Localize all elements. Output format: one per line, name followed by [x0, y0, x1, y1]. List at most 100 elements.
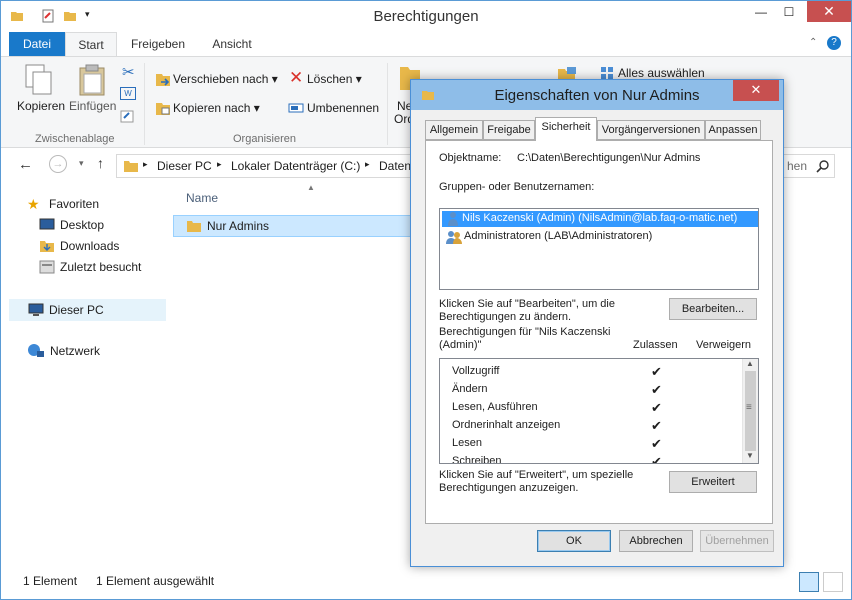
- permission-row: Lesen ✔: [440, 435, 740, 453]
- group-users-icon: [446, 231, 462, 244]
- ribbon-separator: [387, 63, 388, 145]
- permission-row: Vollzugriff ✔: [440, 363, 740, 381]
- tab-ansicht[interactable]: Ansicht: [201, 32, 263, 56]
- move-to-button[interactable]: Verschieben nach ▾: [173, 72, 278, 86]
- rename-icon: [288, 103, 304, 113]
- allow-check-icon: ✔: [651, 418, 662, 433]
- list-item[interactable]: Nils Kaczenski (Admin) (NilsAdmin@lab.fa…: [442, 211, 758, 227]
- permission-row: Schreiben ✔: [440, 453, 740, 464]
- group-list[interactable]: Nils Kaczenski (Admin) (NilsAdmin@lab.fa…: [439, 208, 759, 290]
- scroll-up-icon[interactable]: ▲: [746, 359, 754, 368]
- list-item[interactable]: Administratoren (LAB\Administratoren): [442, 229, 758, 245]
- scrollbar-thumb[interactable]: ≡: [745, 371, 756, 451]
- breadcrumb-dieser-pc[interactable]: Dieser PC: [157, 159, 212, 173]
- search-icon[interactable]: [816, 159, 830, 173]
- back-icon[interactable]: ←: [18, 156, 33, 173]
- permission-name: Ordnerinhalt anzeigen: [452, 419, 561, 431]
- paste-button[interactable]: Einfügen: [69, 99, 116, 113]
- groups-label: Gruppen- oder Benutzernamen:: [439, 181, 595, 193]
- permission-name: Schreiben: [452, 455, 502, 464]
- recent-locations-icon[interactable]: ▾: [79, 158, 84, 169]
- nav-item-this-pc[interactable]: Dieser PC: [9, 299, 166, 321]
- breadcrumb-separator[interactable]: ▸: [217, 159, 222, 170]
- window-title: Berechtigungen: [373, 8, 479, 25]
- copy-button[interactable]: Kopieren: [17, 99, 65, 113]
- navigation-pane: ★ Favoriten Desktop Downloads Zuletzt be…: [27, 196, 142, 274]
- dialog-title-bar: Eigenschaften von Nur Admins ✕: [411, 80, 783, 110]
- group-organize-label: Organisieren: [233, 133, 296, 145]
- allow-check-icon: ✔: [651, 400, 662, 415]
- status-bar: 1 Element 1 Element ausgewählt: [1, 569, 851, 599]
- downloads-icon: [40, 241, 54, 252]
- paste-shortcut-icon[interactable]: [120, 109, 136, 123]
- allow-check-icon: ✔: [651, 454, 662, 464]
- edit-hint: Klicken Sie auf "Bearbeiten", um die: [439, 298, 615, 310]
- close-icon[interactable]: ✕: [807, 1, 851, 22]
- user-icon: [448, 212, 458, 226]
- tab-anpassen[interactable]: Anpassen: [705, 120, 761, 140]
- column-allow: Zulassen: [633, 339, 678, 351]
- allow-check-icon: ✔: [651, 364, 662, 379]
- rename-button[interactable]: Umbenennen: [307, 101, 379, 115]
- permission-name: Vollzugriff: [452, 365, 500, 377]
- select-all-icon: [601, 67, 613, 79]
- breadcrumb-separator[interactable]: ▸: [143, 159, 148, 170]
- cancel-button[interactable]: Abbrechen: [619, 530, 693, 552]
- edit-button[interactable]: Bearbeiten...: [669, 298, 757, 320]
- help-icon[interactable]: ?: [827, 36, 841, 50]
- tab-sicherheit[interactable]: Sicherheit: [535, 117, 597, 141]
- allow-check-icon: ✔: [651, 436, 662, 451]
- permission-row: Ändern ✔: [440, 381, 740, 399]
- tab-vorgaengerversionen[interactable]: Vorgängerversionen: [597, 120, 705, 140]
- delete-button[interactable]: Löschen ▾: [307, 72, 362, 86]
- object-name-value: C:\Daten\Berechtigungen\Nur Admins: [517, 152, 701, 164]
- move-to-icon: [156, 74, 170, 86]
- list-item[interactable]: Nur Admins: [173, 215, 423, 237]
- permission-name: Lesen, Ausführen: [452, 401, 538, 413]
- close-icon[interactable]: ✕: [733, 80, 779, 101]
- scroll-down-icon[interactable]: ▼: [746, 451, 754, 460]
- star-icon: ★: [27, 196, 40, 212]
- maximize-icon[interactable]: ☐: [777, 2, 801, 22]
- ribbon-separator: [144, 63, 145, 145]
- breadcrumb-separator[interactable]: ▸: [365, 159, 370, 170]
- tab-freigabe[interactable]: Freigabe: [483, 120, 535, 140]
- computer-icon: [28, 303, 44, 316]
- file-name: Nur Admins: [207, 219, 270, 233]
- folder-icon: [124, 161, 138, 172]
- minimize-icon[interactable]: —: [749, 2, 773, 22]
- copy-path-icon[interactable]: W: [120, 87, 136, 100]
- up-icon[interactable]: ↑: [97, 155, 104, 171]
- column-name[interactable]: Name: [186, 191, 218, 205]
- status-item-count: 1 Element: [23, 574, 78, 588]
- cut-icon[interactable]: ✂: [122, 63, 135, 81]
- permission-row: Lesen, Ausführen ✔: [440, 399, 740, 417]
- advanced-button[interactable]: Erweitert: [669, 471, 757, 493]
- forward-icon[interactable]: →: [49, 155, 67, 173]
- address-bar[interactable]: ▸ Dieser PC ▸ Lokaler Datenträger (C:) ▸…: [116, 154, 416, 178]
- breadcrumb-drive[interactable]: Lokaler Datenträger (C:): [231, 159, 360, 173]
- tab-start[interactable]: Start: [65, 32, 117, 57]
- desktop-icon: [39, 218, 55, 230]
- tab-datei[interactable]: Datei: [9, 32, 65, 56]
- copy-to-button[interactable]: Kopieren nach ▾: [173, 101, 260, 115]
- delete-icon: ✕: [289, 68, 304, 87]
- tab-freigeben[interactable]: Freigeben: [123, 32, 193, 56]
- scrollbar[interactable]: ▲ ≡ ▼: [742, 359, 758, 463]
- tab-allgemein[interactable]: Allgemein: [425, 120, 483, 140]
- dialog-title: Eigenschaften von Nur Admins: [494, 87, 700, 104]
- folder-icon: [187, 221, 201, 232]
- large-icons-view-icon[interactable]: [823, 572, 843, 592]
- permission-list[interactable]: Vollzugriff ✔ Ändern ✔ Lesen, Ausführen ✔ Ordn…: [439, 358, 759, 464]
- group-clipboard-label: Zwischenablage: [35, 133, 115, 145]
- details-view-icon[interactable]: [799, 572, 819, 592]
- status-selected-count: 1 Element ausgewählt: [96, 574, 215, 588]
- breadcrumb-daten[interactable]: Daten: [379, 159, 411, 173]
- advanced-hint-2: Berechtigungen anzuzeigen.: [439, 482, 579, 494]
- ribbon-collapse-icon[interactable]: ⌃: [809, 37, 817, 48]
- apply-button[interactable]: Übernehmen: [700, 530, 774, 552]
- copy-icon: [25, 64, 52, 95]
- ok-button[interactable]: OK: [537, 530, 611, 552]
- select-all-button[interactable]: Alles auswählen: [618, 66, 705, 80]
- scroll-grip-icon: ≡: [746, 402, 752, 413]
